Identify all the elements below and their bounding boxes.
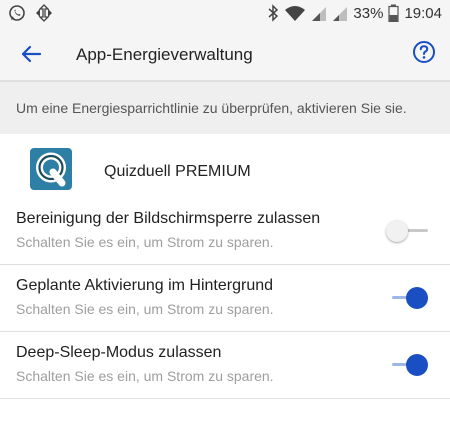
- clock: 19:04: [404, 4, 442, 22]
- battery-percent: 33%: [353, 4, 384, 22]
- setting-subtitle: Schalten Sie es ein, um Strom zu sparen.: [16, 368, 274, 384]
- help-circle-icon[interactable]: [412, 40, 436, 64]
- whatsapp-icon: [9, 5, 25, 21]
- info-banner: Um eine Energiesparrichtlinie zu überprü…: [0, 82, 450, 134]
- setting-subtitle: Schalten Sie es ein, um Strom zu sparen.: [16, 234, 274, 250]
- bluetooth-icon: [268, 4, 279, 22]
- screen-rotate-icon: [36, 4, 52, 22]
- deep-sleep-toggle[interactable]: [392, 354, 428, 376]
- info-banner-text: Um eine Energiesparrichtlinie zu überprü…: [16, 100, 407, 116]
- setting-background-activation[interactable]: Geplante Aktivierung im Hintergrund Scha…: [0, 265, 450, 332]
- lock-screen-cleanup-toggle[interactable]: [386, 220, 428, 242]
- toggle-thumb: [406, 287, 428, 309]
- page-title: App-Energieverwaltung: [76, 45, 253, 64]
- setting-deep-sleep[interactable]: Deep-Sleep-Modus zulassen Schalten Sie e…: [0, 332, 450, 399]
- status-bar: 33% 19:04: [0, 0, 450, 28]
- app-info: Quizduell PREMIUM: [0, 134, 450, 198]
- signal-icon: [312, 7, 327, 21]
- arrow-left-icon[interactable]: [18, 41, 44, 67]
- signal-icon: [333, 7, 348, 21]
- setting-title: Bereinigung der Bildschirmsperre zulasse…: [16, 210, 321, 227]
- background-activation-toggle[interactable]: [392, 287, 428, 309]
- toggle-thumb: [386, 220, 408, 242]
- wifi-icon: [285, 6, 306, 21]
- app-bar: App-Energieverwaltung: [0, 28, 450, 82]
- quizduell-app-icon: [30, 148, 72, 190]
- setting-subtitle: Schalten Sie es ein, um Strom zu sparen.: [16, 301, 274, 317]
- battery-icon: [388, 4, 400, 22]
- setting-lock-screen-cleanup[interactable]: Bereinigung der Bildschirmsperre zulasse…: [0, 198, 450, 265]
- app-name: Quizduell PREMIUM: [104, 163, 251, 180]
- setting-title: Geplante Aktivierung im Hintergrund: [16, 277, 274, 294]
- setting-title: Deep-Sleep-Modus zulassen: [16, 344, 222, 361]
- quizduell-q-logo-icon: [36, 152, 66, 187]
- toggle-thumb: [406, 354, 428, 376]
